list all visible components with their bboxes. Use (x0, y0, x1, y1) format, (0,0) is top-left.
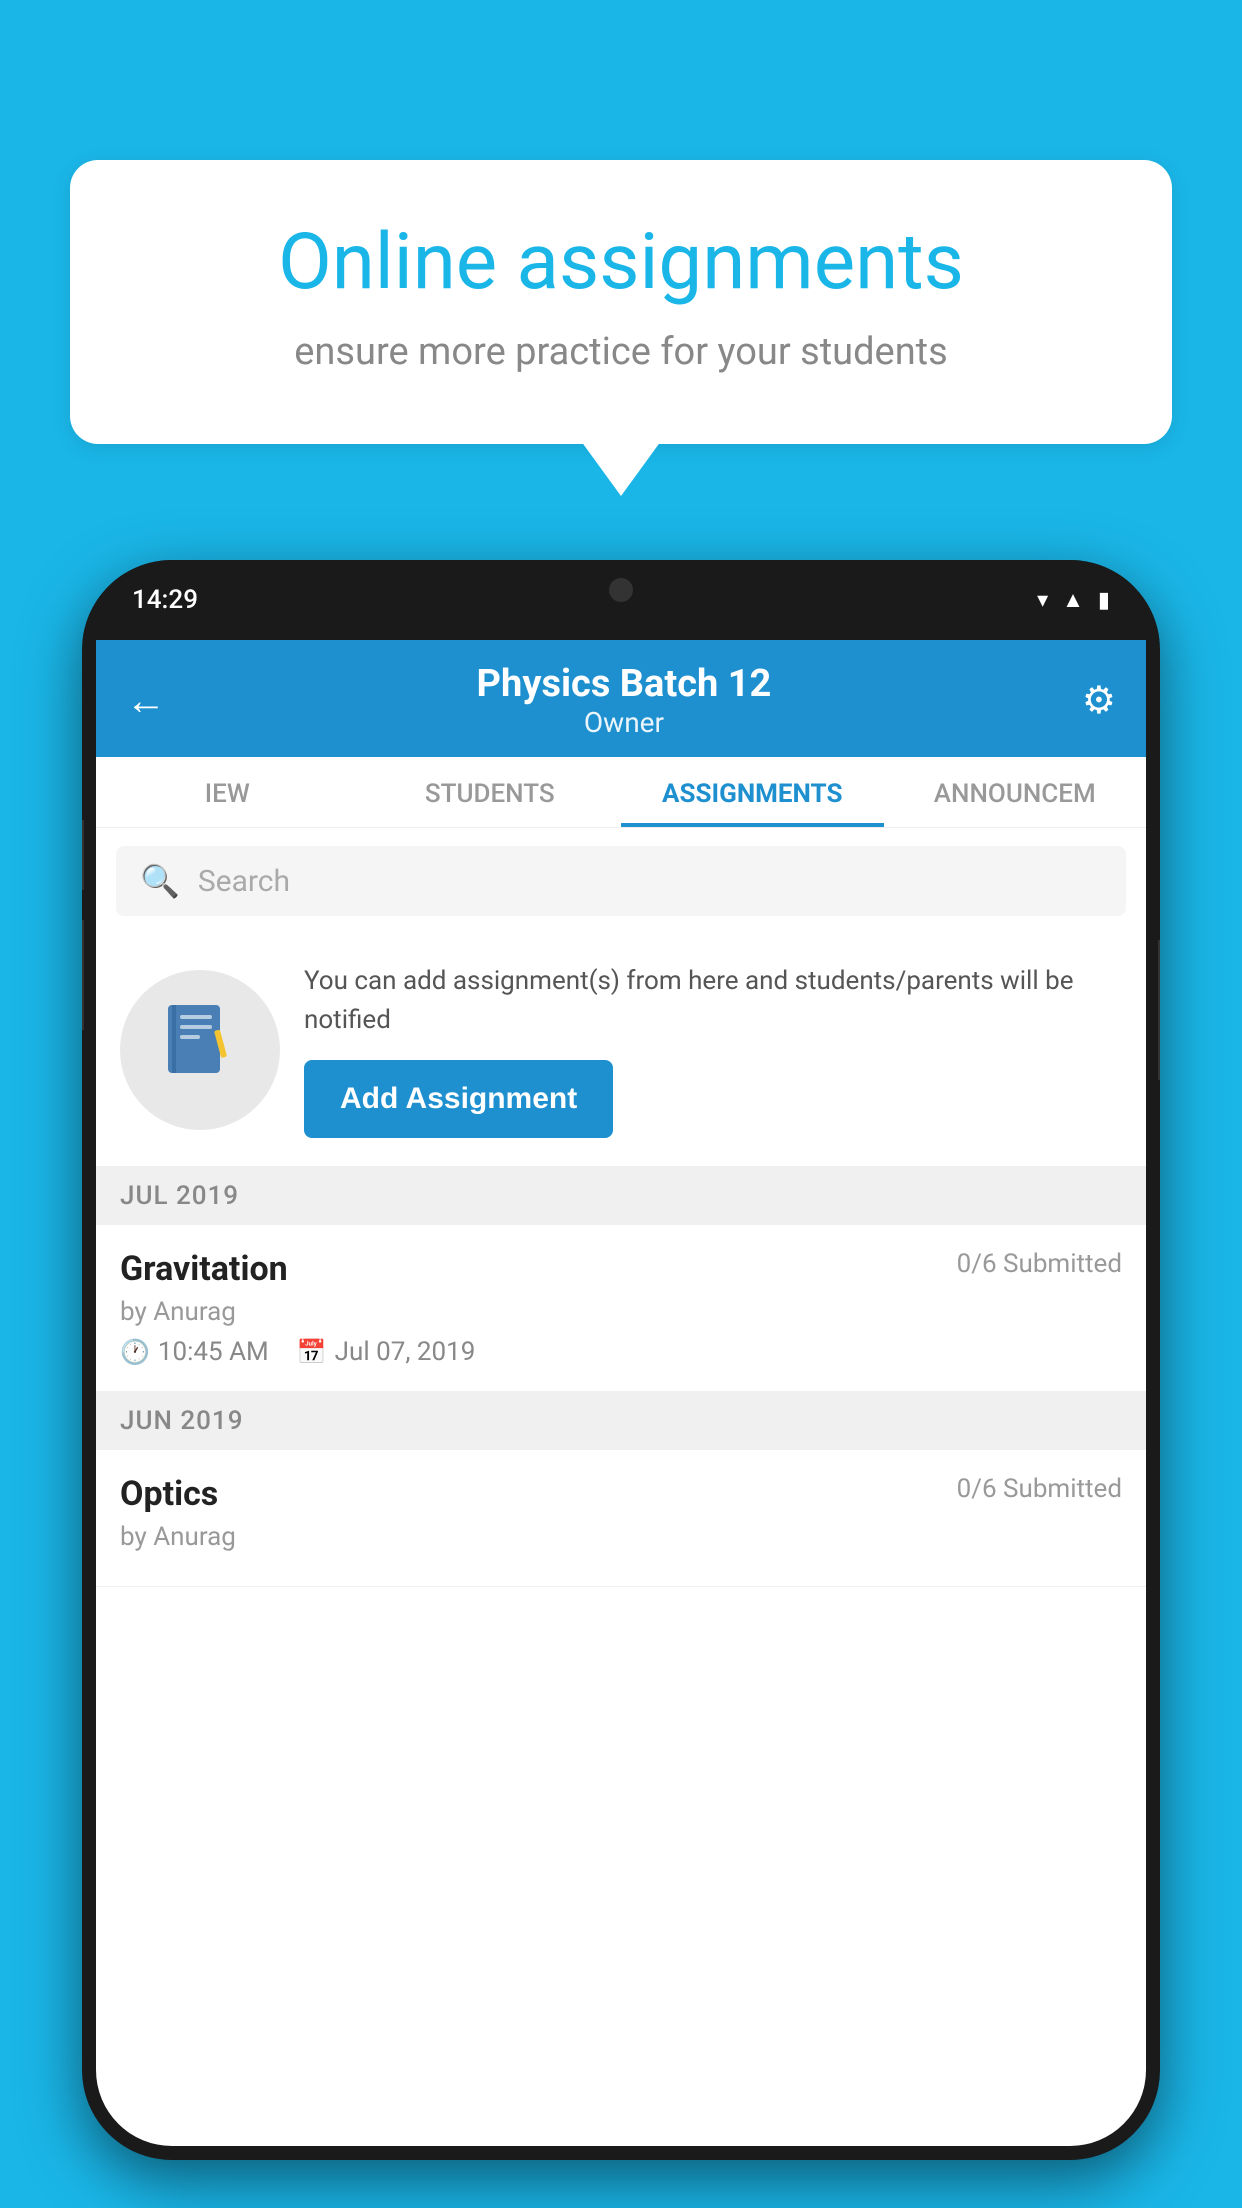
phone-screen: ← Physics Batch 12 Owner ⚙ IEW STUDENTS … (96, 640, 1146, 2146)
assignment-submitted-gravitation: 0/6 Submitted (957, 1249, 1122, 1279)
calendar-icon: 📅 (297, 1338, 327, 1366)
section-header-jul: JUL 2019 (96, 1167, 1146, 1225)
promo-card: You can add assignment(s) from here and … (96, 934, 1146, 1167)
tab-assignments[interactable]: ASSIGNMENTS (621, 757, 884, 827)
notebook-icon (160, 1001, 240, 1099)
phone-frame: 14:29 ▾ ▲ ▮ ← Physics Batch 12 Owner ⚙ I… (82, 560, 1160, 2160)
search-bar-container: 🔍 Search (96, 828, 1146, 934)
section-header-jun: JUN 2019 (96, 1392, 1146, 1450)
promo-text: You can add assignment(s) from here and … (304, 962, 1122, 1040)
notch (521, 560, 721, 620)
assignment-top-row-optics: Optics 0/6 Submitted (120, 1474, 1122, 1514)
assignment-top-row: Gravitation 0/6 Submitted (120, 1249, 1122, 1289)
assignment-by-optics: by Anurag (120, 1522, 1122, 1552)
tab-students[interactable]: STUDENTS (359, 757, 622, 827)
tabs-bar: IEW STUDENTS ASSIGNMENTS ANNOUNCEM (96, 757, 1146, 828)
add-assignment-button[interactable]: Add Assignment (304, 1060, 613, 1138)
speech-bubble: Online assignments ensure more practice … (70, 160, 1172, 444)
assignment-item-optics[interactable]: Optics 0/6 Submitted by Anurag (96, 1450, 1146, 1587)
assignment-submitted-optics: 0/6 Submitted (957, 1474, 1122, 1504)
power-button[interactable] (1158, 940, 1160, 1080)
tab-iew[interactable]: IEW (96, 757, 359, 827)
header-center: Physics Batch 12 Owner (166, 662, 1082, 739)
promo-icon-circle (120, 970, 280, 1130)
header-subtitle: Owner (166, 706, 1082, 739)
promo-content: You can add assignment(s) from here and … (304, 962, 1122, 1138)
tab-announcements[interactable]: ANNOUNCEM (884, 757, 1147, 827)
status-time: 14:29 (132, 585, 198, 615)
status-bar: 14:29 ▾ ▲ ▮ (82, 560, 1160, 640)
settings-button[interactable]: ⚙ (1082, 678, 1116, 723)
camera (609, 578, 633, 602)
speech-bubble-subtitle: ensure more practice for your students (140, 330, 1102, 374)
assignment-by-gravitation: by Anurag (120, 1297, 1122, 1327)
assignment-time-gravitation: 🕐 10:45 AM (120, 1337, 269, 1367)
speech-bubble-title: Online assignments (140, 220, 1102, 306)
status-icons: ▾ ▲ ▮ (1037, 587, 1110, 613)
volume-down-button[interactable] (82, 920, 84, 1030)
search-bar[interactable]: 🔍 Search (116, 846, 1126, 916)
assignment-meta-gravitation: 🕐 10:45 AM 📅 Jul 07, 2019 (120, 1337, 1122, 1367)
clock-icon: 🕐 (120, 1338, 150, 1366)
app-header: ← Physics Batch 12 Owner ⚙ (96, 640, 1146, 757)
assignment-name-gravitation: Gravitation (120, 1249, 288, 1289)
battery-icon: ▮ (1098, 588, 1110, 613)
search-placeholder: Search (198, 864, 290, 899)
assignment-date-gravitation: 📅 Jul 07, 2019 (297, 1337, 476, 1367)
speech-bubble-area: Online assignments ensure more practice … (70, 160, 1172, 444)
signal-icon: ▲ (1062, 587, 1084, 613)
wifi-icon: ▾ (1037, 588, 1048, 613)
back-button[interactable]: ← (126, 677, 166, 724)
assignment-name-optics: Optics (120, 1474, 218, 1514)
header-title: Physics Batch 12 (166, 662, 1082, 706)
search-icon: 🔍 (140, 862, 180, 900)
volume-up-button[interactable] (82, 820, 84, 890)
assignment-item-gravitation[interactable]: Gravitation 0/6 Submitted by Anurag 🕐 10… (96, 1225, 1146, 1392)
